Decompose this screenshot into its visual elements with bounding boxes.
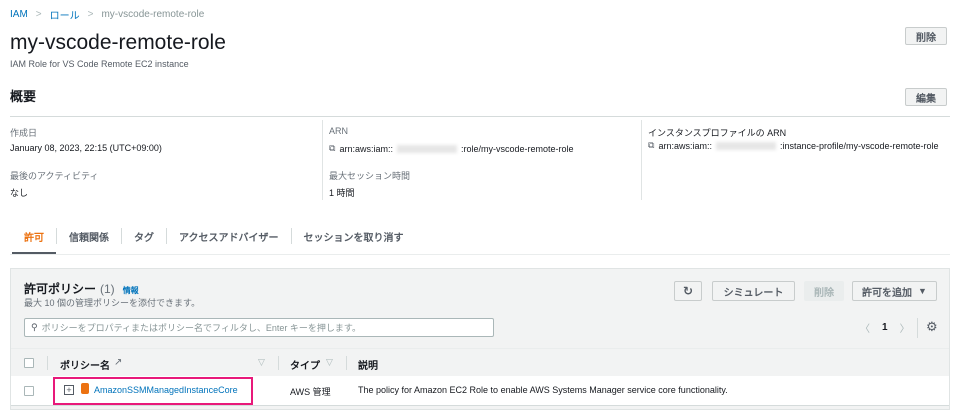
breadcrumb-current: my-vscode-remote-role <box>101 9 205 20</box>
column-description: 説明 <box>358 361 378 372</box>
arn-value: ⧉ arn:aws:iam:::role/my-vscode-remote-ro… <box>329 143 574 154</box>
policies-count: (1) <box>100 282 115 296</box>
breadcrumb: IAM > ロール > my-vscode-remote-role <box>10 7 204 22</box>
policy-filter-input[interactable]: ⚲ ポリシーをプロパティまたはポリシー名でフィルタし、Enter キーを押します… <box>24 318 494 337</box>
search-placeholder: ポリシーをプロパティまたはポリシー名でフィルタし、Enter キーを押します。 <box>41 323 361 333</box>
remove-policy-button[interactable]: 削除 <box>804 281 844 301</box>
breadcrumb-iam[interactable]: IAM <box>10 9 28 20</box>
instance-profile-label: インスタンスプロファイルの ARN <box>648 128 787 138</box>
arn-suffix: :role/my-vscode-remote-role <box>460 143 574 154</box>
max-session-value: 1 時間 <box>329 188 355 198</box>
divider <box>278 356 279 370</box>
refresh-button[interactable]: ↻ <box>674 281 702 301</box>
external-link-icon: ↗ <box>114 357 123 368</box>
tab-tags[interactable]: タグ <box>122 228 167 244</box>
sort-icon[interactable]: ▽ <box>258 357 265 368</box>
info-link[interactable]: 情報 <box>123 285 139 296</box>
select-all-checkbox[interactable] <box>24 358 34 368</box>
created-value: January 08, 2023, 22:15 (UTC+09:00) <box>10 143 162 153</box>
expand-icon[interactable]: + <box>64 385 74 395</box>
tab-divider <box>10 254 950 255</box>
instance-profile-suffix: :instance-profile/my-vscode-remote-role <box>779 140 939 151</box>
last-activity-label: 最後のアクティビティ <box>10 171 99 181</box>
column-policy-name[interactable]: ポリシー名 ↗ <box>60 357 122 372</box>
instance-profile-value: ⧉ arn:aws:iam:::instance-profile/my-vsco… <box>648 140 939 151</box>
row-checkbox[interactable] <box>24 386 34 396</box>
divider <box>322 120 323 200</box>
column-type[interactable]: タイプ ▽ <box>290 357 333 372</box>
table-header: ポリシー名 ↗ ▽ タイプ ▽ 説明 <box>11 348 949 376</box>
simulate-button[interactable]: シミュレート <box>712 281 795 301</box>
redacted-account-id <box>396 144 457 153</box>
divider <box>641 120 642 200</box>
instance-profile-prefix: arn:aws:iam:: <box>658 140 712 151</box>
arn-prefix: arn:aws:iam:: <box>339 143 393 154</box>
add-permissions-button[interactable]: 許可を追加 ▼ <box>852 281 937 301</box>
settings-gear-icon[interactable]: ⚙ <box>926 319 938 335</box>
tab-revoke-sessions[interactable]: セッションを取り消す <box>292 228 416 244</box>
copy-icon[interactable]: ⧉ <box>329 143 335 154</box>
next-page-icon[interactable]: 〉 <box>900 320 910 335</box>
role-description: IAM Role for VS Code Remote EC2 instance <box>10 59 189 69</box>
tab-access-advisor[interactable]: アクセスアドバイザー <box>167 228 292 244</box>
policy-type: AWS 管理 <box>290 387 331 397</box>
edit-button[interactable]: 編集 <box>905 88 947 106</box>
aws-managed-policy-icon <box>81 383 89 394</box>
breadcrumb-roles[interactable]: ロール <box>50 7 80 22</box>
sort-icon: ▽ <box>326 357 333 367</box>
caret-down-icon: ▼ <box>918 286 927 296</box>
page-number[interactable]: 1 <box>882 322 888 333</box>
chevron-right-icon: > <box>35 9 42 20</box>
policy-description: The policy for Amazon EC2 Role to enable… <box>358 385 728 395</box>
policies-subtitle: 最大 10 個の管理ポリシーを添付できます。 <box>24 298 201 308</box>
active-tab-indicator <box>12 252 56 254</box>
divider <box>917 318 918 338</box>
max-session-label: 最大セッション時間 <box>329 171 411 181</box>
redacted-account-id <box>715 141 776 150</box>
tab-trust-relationships[interactable]: 信頼関係 <box>57 228 122 244</box>
arn-label: ARN <box>329 126 349 136</box>
last-activity-value: なし <box>10 188 29 198</box>
copy-icon[interactable]: ⧉ <box>648 140 654 151</box>
created-label: 作成日 <box>10 128 38 138</box>
summary-heading: 概要 <box>10 89 37 104</box>
delete-role-button[interactable]: 削除 <box>905 27 947 45</box>
add-permissions-label: 許可を追加 <box>862 287 913 299</box>
policy-name-link[interactable]: AmazonSSMManagedInstanceCore <box>94 385 238 395</box>
page-title: my-vscode-remote-role <box>10 31 226 54</box>
table-row: + AmazonSSMManagedInstanceCore AWS 管理 Th… <box>11 376 949 406</box>
divider <box>346 356 347 370</box>
column-label: タイプ <box>290 361 320 372</box>
tab-permissions[interactable]: 許可 <box>12 228 57 244</box>
chevron-right-icon: > <box>87 9 94 20</box>
divider <box>47 356 48 370</box>
search-icon: ⚲ <box>31 322 38 332</box>
prev-page-icon[interactable]: 〈 <box>860 320 870 335</box>
policies-heading: 許可ポリシー (1) 情報 <box>24 280 139 297</box>
divider <box>10 116 950 117</box>
tab-bar: 許可 信頼関係 タグ アクセスアドバイザー セッションを取り消す <box>12 228 416 244</box>
pagination: 〈 1 〉 <box>860 320 910 335</box>
column-label: ポリシー名 <box>60 361 110 372</box>
policies-title: 許可ポリシー <box>24 282 97 296</box>
refresh-icon: ↻ <box>682 284 694 298</box>
